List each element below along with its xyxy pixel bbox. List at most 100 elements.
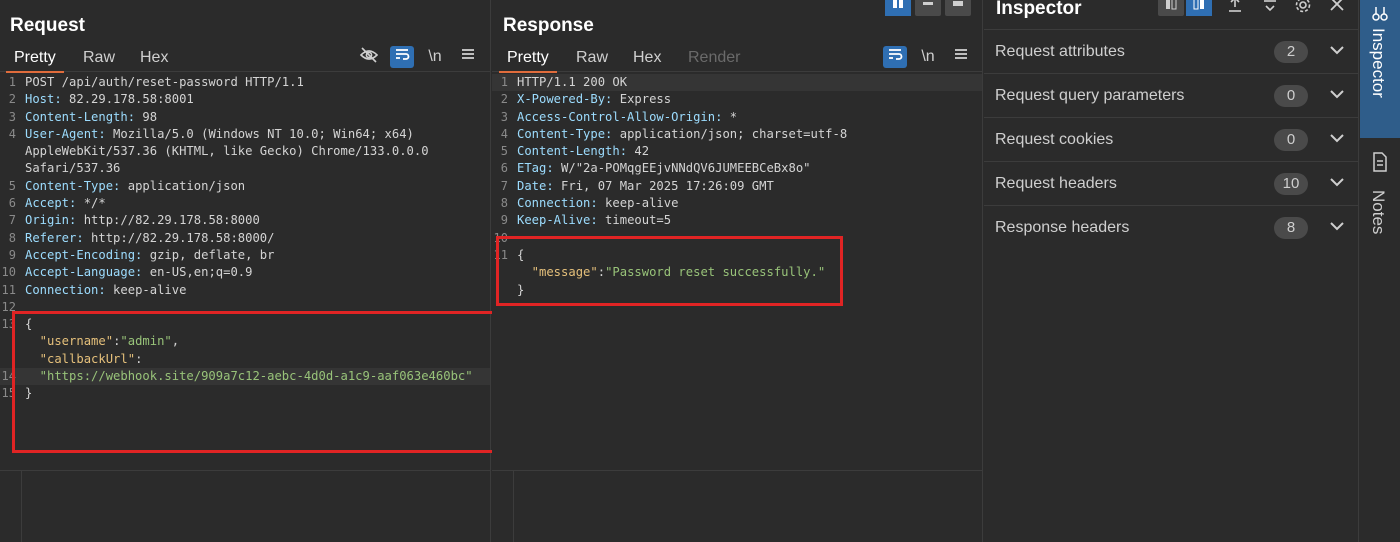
code-line[interactable]: 8 Referer: http://82.29.178.58:8000/ bbox=[0, 230, 490, 247]
inspector-icon bbox=[1372, 7, 1388, 21]
line-text: Host: 82.29.178.58:8001 bbox=[25, 91, 194, 108]
line-number: 9 bbox=[500, 213, 508, 228]
inspector-layout-left-icon[interactable] bbox=[1158, 0, 1184, 16]
line-number: 3 bbox=[500, 109, 508, 124]
code-line[interactable]: 8 Connection: keep-alive bbox=[492, 195, 982, 212]
code-line[interactable]: 6 Accept: */* bbox=[0, 195, 490, 212]
code-token: Content-Type: bbox=[517, 126, 613, 141]
layout-single-icon[interactable] bbox=[945, 0, 971, 16]
line-text: POST /api/auth/reset-password HTTP/1.1 bbox=[25, 74, 304, 91]
code-token: HTTP/1.1 200 OK bbox=[517, 75, 628, 89]
code-line[interactable]: 4 Content-Type: application/json; charset… bbox=[492, 126, 982, 143]
tab-raw[interactable]: Raw bbox=[83, 49, 115, 67]
code-token: Safari/537.36 bbox=[25, 161, 121, 176]
code-line[interactable]: 4 User-Agent: Mozilla/5.0 (Windows NT 10.… bbox=[0, 126, 490, 143]
line-number: 9 bbox=[8, 247, 16, 262]
code-token: Mozilla/5.0 (Windows NT 10.0; Win64; x64… bbox=[105, 126, 414, 141]
line-text: ETag: W/"2a-POMqgEEjvNNdQV6JUMEEBCeBx8o" bbox=[517, 160, 811, 177]
tab-pretty[interactable]: Pretty bbox=[6, 49, 64, 73]
line-number: 5 bbox=[8, 178, 16, 193]
code-line[interactable]: 7 Origin: http://82.29.178.58:8000 bbox=[0, 212, 490, 229]
inspector-section[interactable]: Request cookies 0 bbox=[984, 117, 1359, 161]
expand-icon[interactable] bbox=[1222, 0, 1248, 16]
line-text: HTTP/1.1 200 OK bbox=[517, 74, 627, 91]
code-line[interactable]: AppleWebKit/537.36 (KHTML, like Gecko) C… bbox=[0, 143, 490, 160]
chevron-down-icon[interactable] bbox=[1329, 218, 1345, 234]
code-token: http://82.29.178.58:8000 bbox=[76, 213, 260, 228]
code-line[interactable]: 1 HTTP/1.1 200 OK bbox=[492, 74, 982, 92]
tab-pretty[interactable]: Pretty bbox=[499, 49, 557, 73]
code-token: Keep-Alive: bbox=[517, 213, 598, 228]
code-token: AppleWebKit/537.36 (KHTML, like Gecko) C… bbox=[25, 144, 429, 159]
response-pane: Response Pretty Raw Hex Render \n 1 HTTP/… bbox=[492, 0, 983, 542]
gear-icon[interactable] bbox=[1290, 0, 1316, 16]
code-line[interactable]: 9 Accept-Encoding: gzip, deflate, br bbox=[0, 247, 490, 264]
code-line[interactable]: 6 ETag: W/"2a-POMqgEEjvNNdQV6JUMEEBCeBx8o… bbox=[492, 160, 982, 177]
code-token: Content-Length: bbox=[517, 144, 628, 159]
layout-split-icon[interactable] bbox=[885, 0, 911, 16]
section-count-badge: 0 bbox=[1274, 85, 1308, 107]
chevron-down-icon[interactable] bbox=[1329, 86, 1345, 102]
request-title: Request bbox=[10, 15, 85, 36]
line-text: Connection: keep-alive bbox=[25, 282, 186, 299]
code-token: ETag: bbox=[517, 161, 554, 176]
chevron-down-icon[interactable] bbox=[1329, 130, 1345, 146]
chevron-down-icon[interactable] bbox=[1329, 42, 1345, 58]
line-text: Keep-Alive: timeout=5 bbox=[517, 212, 671, 229]
chevron-down-icon[interactable] bbox=[1329, 174, 1345, 190]
code-line[interactable]: Safari/537.36 bbox=[0, 160, 490, 177]
code-line[interactable]: 10 Accept-Language: en-US,en;q=0.9 bbox=[0, 264, 490, 281]
code-line[interactable]: 11 Connection: keep-alive bbox=[0, 282, 490, 299]
menu-icon[interactable] bbox=[456, 46, 480, 68]
code-token: Access-Control-Allow-Origin: bbox=[517, 109, 723, 124]
line-text: Date: Fri, 07 Mar 2025 17:26:09 GMT bbox=[517, 178, 774, 195]
line-number: 1 bbox=[8, 75, 16, 89]
inspector-section[interactable]: Request headers 10 bbox=[984, 161, 1359, 205]
line-text: Origin: http://82.29.178.58:8000 bbox=[25, 212, 260, 229]
rail-tab-inspector[interactable]: Inspector bbox=[1360, 0, 1400, 138]
section-count-badge: 8 bbox=[1274, 217, 1308, 239]
code-token: application/json; charset=utf-8 bbox=[612, 126, 848, 141]
menu-icon[interactable] bbox=[949, 46, 973, 68]
rail-tab-notes[interactable]: Notes bbox=[1360, 140, 1400, 250]
inspector-section[interactable]: Response headers 8 bbox=[984, 205, 1359, 249]
section-count-badge: 2 bbox=[1274, 41, 1308, 63]
rail-inspector-label: Inspector bbox=[1369, 28, 1388, 98]
line-text: Accept-Language: en-US,en;q=0.9 bbox=[25, 264, 252, 281]
line-number: 4 bbox=[8, 126, 16, 141]
inspector-section[interactable]: Request attributes 2 bbox=[984, 29, 1359, 73]
line-number: 8 bbox=[500, 196, 508, 211]
tab-raw[interactable]: Raw bbox=[576, 49, 608, 67]
tab-hex[interactable]: Hex bbox=[633, 49, 661, 67]
wrap-icon[interactable] bbox=[883, 46, 907, 68]
inspector-section[interactable]: Request query parameters 0 bbox=[984, 73, 1359, 117]
code-token: W/"2a-POMqgEEjvNNdQV6JUMEEBCeBx8o" bbox=[553, 161, 811, 176]
code-line[interactable]: 2 Host: 82.29.178.58:8001 bbox=[0, 91, 490, 108]
line-number: 3 bbox=[8, 109, 16, 124]
close-icon[interactable] bbox=[1324, 0, 1350, 16]
code-token: Content-Length: bbox=[25, 109, 136, 124]
request-tabs: Pretty Raw Hex bbox=[0, 46, 490, 73]
code-line[interactable]: 3 Content-Length: 98 bbox=[0, 109, 490, 126]
wrap-icon[interactable] bbox=[390, 46, 414, 68]
layout-horizontal-icon[interactable] bbox=[915, 0, 941, 16]
newline-toggle[interactable]: \n bbox=[916, 46, 940, 68]
newline-toggle[interactable]: \n bbox=[423, 46, 447, 68]
code-line[interactable]: 5 Content-Type: application/json bbox=[0, 178, 490, 195]
line-text: Connection: keep-alive bbox=[517, 195, 678, 212]
collapse-icon[interactable] bbox=[1257, 0, 1283, 16]
code-line[interactable]: 1 POST /api/auth/reset-password HTTP/1.1 bbox=[0, 74, 490, 91]
inspector-layout-right-icon[interactable] bbox=[1186, 0, 1212, 16]
tab-hex[interactable]: Hex bbox=[140, 49, 168, 67]
code-line[interactable]: 7 Date: Fri, 07 Mar 2025 17:26:09 GMT bbox=[492, 178, 982, 195]
line-number: 4 bbox=[500, 126, 508, 141]
code-line[interactable]: 9 Keep-Alive: timeout=5 bbox=[492, 212, 982, 229]
section-label: Request query parameters bbox=[995, 87, 1185, 104]
line-number: 7 bbox=[8, 213, 16, 228]
code-line[interactable]: 2 X-Powered-By: Express bbox=[492, 91, 982, 108]
eye-slash-icon[interactable] bbox=[357, 46, 381, 68]
code-line[interactable]: 5 Content-Length: 42 bbox=[492, 143, 982, 160]
code-token: Accept-Encoding: bbox=[25, 247, 143, 262]
tab-render[interactable]: Render bbox=[688, 49, 740, 67]
code-line[interactable]: 3 Access-Control-Allow-Origin: * bbox=[492, 109, 982, 126]
